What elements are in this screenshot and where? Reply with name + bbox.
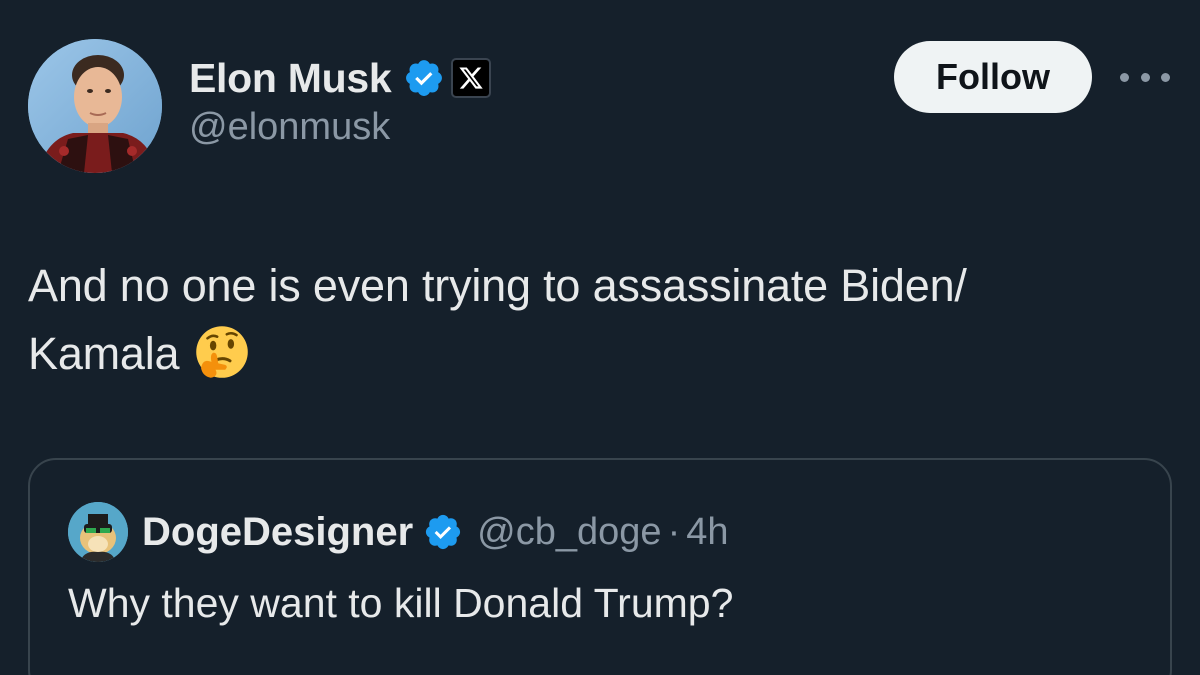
verified-badge-icon[interactable] — [423, 512, 463, 552]
separator-dot: · — [667, 510, 681, 553]
author-display-name[interactable]: Elon Musk — [189, 55, 392, 102]
x-logo-icon[interactable] — [451, 58, 492, 98]
quoted-display-name[interactable]: DogeDesigner — [142, 510, 413, 555]
more-horizontal-icon[interactable] — [1120, 62, 1170, 92]
more-dot — [1140, 72, 1150, 82]
tweet-text-line-2-text: Kamala — [28, 328, 180, 379]
quoted-tweet-card[interactable]: DogeDesigner @cb_doge · 4h Why they want… — [28, 458, 1172, 675]
author-avatar[interactable] — [28, 39, 162, 173]
quoted-handle[interactable]: @cb_doge — [477, 511, 661, 554]
verified-badge-icon[interactable] — [403, 57, 445, 99]
quoted-author-avatar[interactable] — [68, 502, 128, 562]
more-dot — [1120, 72, 1129, 82]
quoted-timestamp[interactable]: 4h — [686, 511, 728, 554]
tweet: Elon Musk @elonmusk Follow And no one is… — [0, 0, 1200, 675]
quoted-header: DogeDesigner @cb_doge · 4h — [142, 504, 729, 560]
author-handle[interactable]: @elonmusk — [189, 106, 491, 149]
author-name-row: Elon Musk — [189, 52, 492, 104]
thinking-face-emoji-icon — [193, 323, 251, 381]
more-dot — [1161, 72, 1170, 82]
author-info: Elon Musk @elonmusk — [189, 52, 492, 149]
follow-button[interactable]: Follow — [894, 41, 1092, 113]
quoted-tweet-text: Why they want to kill Donald Trump? — [68, 580, 734, 626]
tweet-text-line-2: Kamala — [28, 320, 1168, 388]
tweet-text-line-1: And no one is even trying to assassinate… — [28, 260, 967, 311]
tweet-text: And no one is even trying to assassinate… — [28, 252, 1168, 388]
